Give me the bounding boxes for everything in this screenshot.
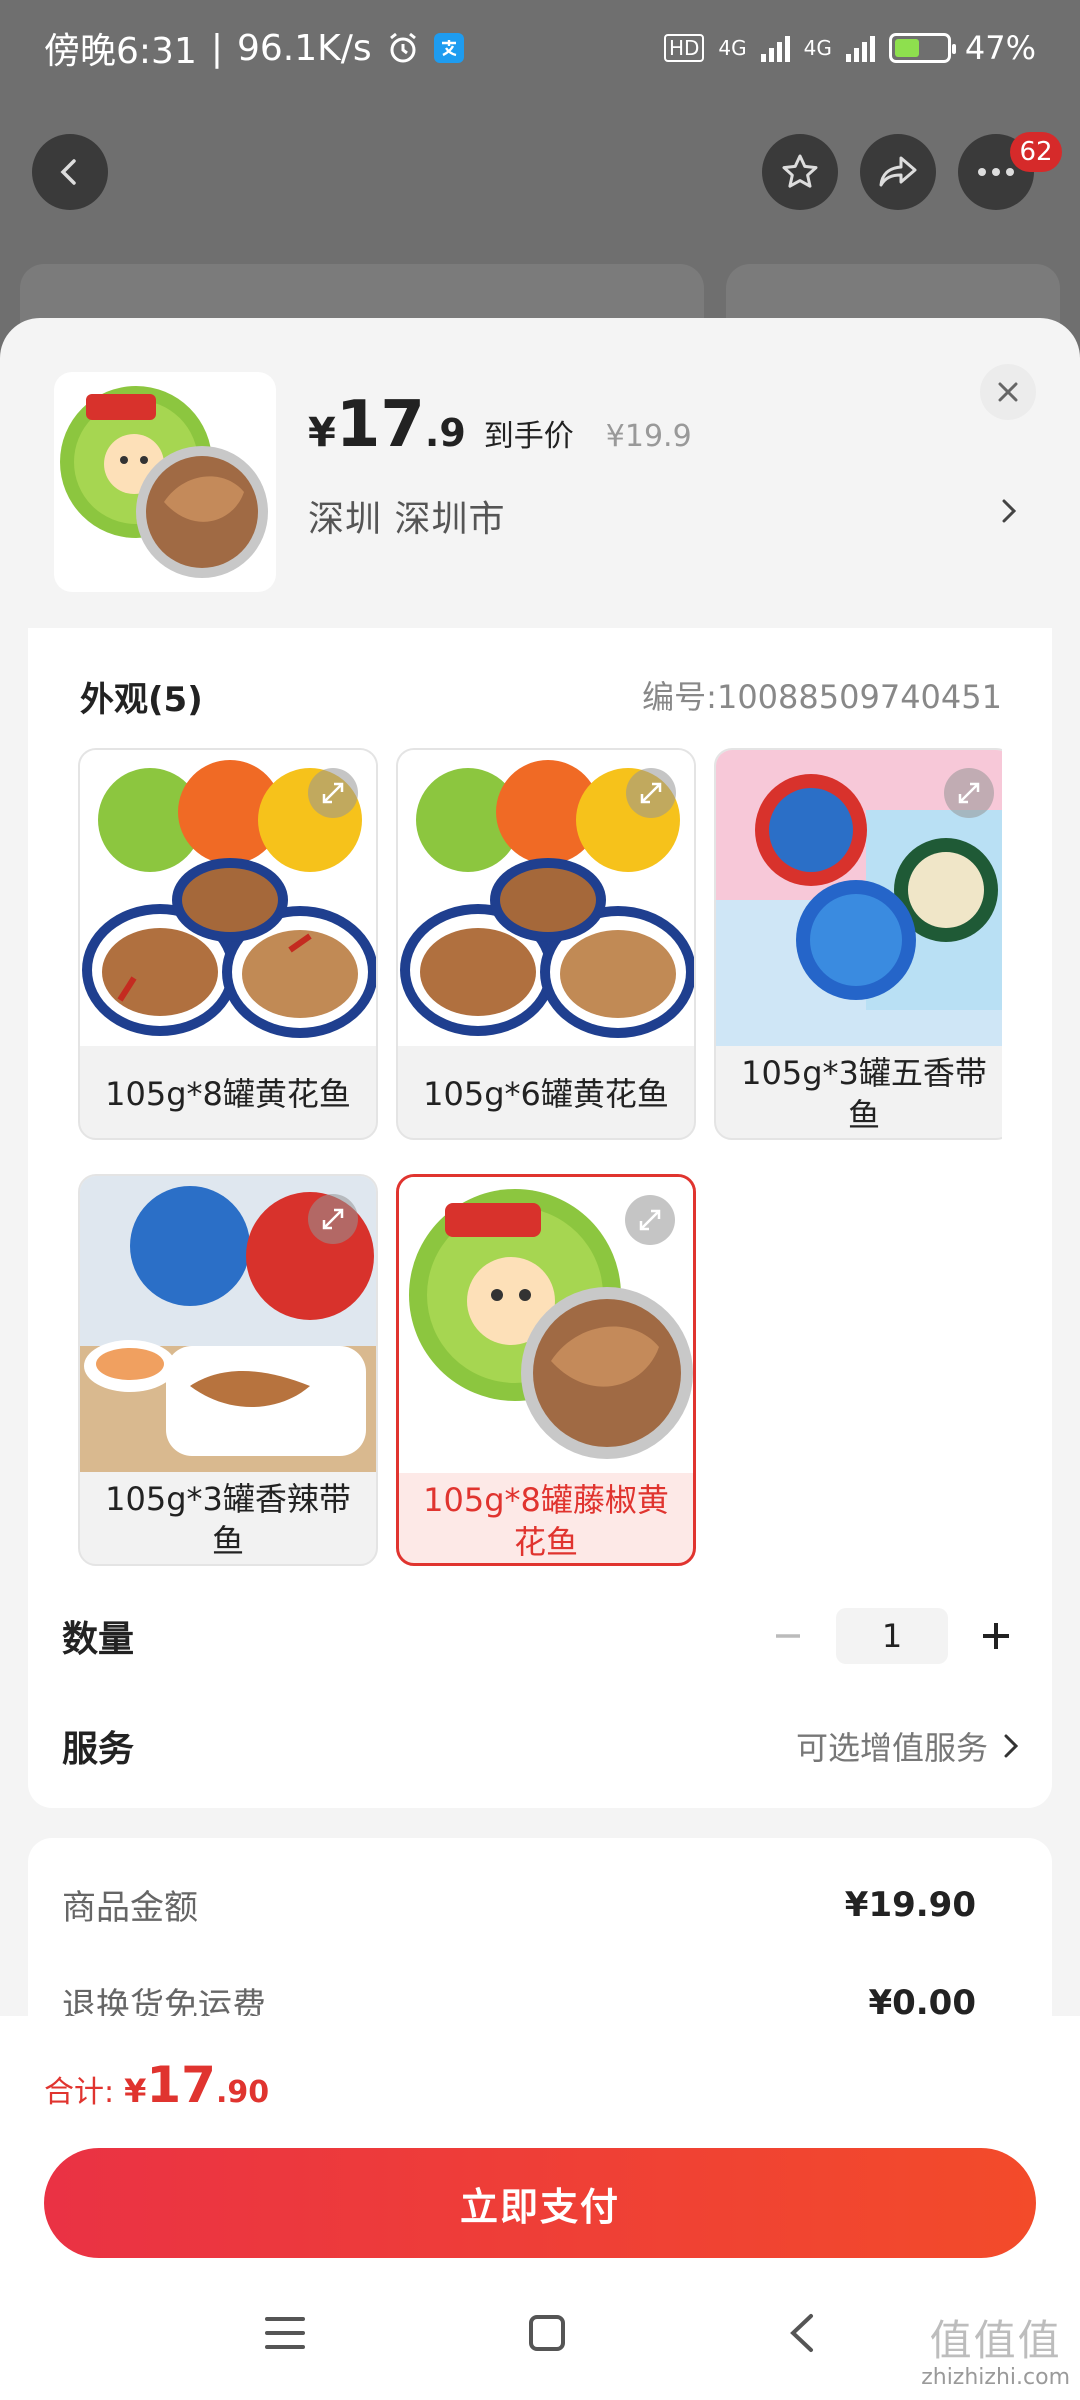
option-card-selected[interactable]: 105g*8罐藤椒黄花鱼 [396,1174,696,1566]
more-icon [978,168,1014,176]
goods-amount-label: 商品金额 [62,1888,198,1928]
minus-icon [776,1634,800,1638]
price-integer: 17 [335,388,425,462]
increase-button[interactable] [974,1614,1018,1658]
quantity-label: 数量 [62,1619,135,1660]
option-label: 105g*6罐黄花鱼 [423,1075,669,1113]
option-card[interactable]: 105g*6罐黄花鱼 [396,748,696,1140]
network-type-a: 4G [718,36,747,60]
service-row[interactable]: 服务 可选增值服务 [62,1706,1018,1786]
watermark-logo: 值值值 [929,2316,1062,2365]
network-speed: 96.1K/s [236,27,372,69]
watermark: 值值值 zhizhizhi.com [921,2318,1070,2392]
cart-badge: 62 [1010,132,1062,172]
favorite-button[interactable] [762,134,838,210]
network-type-b: 4G [803,36,832,60]
signal-icon [760,34,790,62]
alarm-icon [386,31,420,65]
option-card[interactable]: 105g*3罐五香带鱼 [714,748,1002,1140]
quantity-stepper: 1 [766,1608,1018,1664]
back-icon[interactable] [787,2312,817,2358]
battery-icon [888,33,956,63]
price-row: ¥17.9 到手价 ¥19.9 [308,388,692,462]
sku-code: 编号:10088509740451 [642,678,1002,716]
hd-icon: HD [663,34,705,62]
option-card[interactable]: 105g*3罐香辣带鱼 [78,1174,378,1566]
pay-now-button[interactable]: 立即支付 [44,2148,1036,2258]
option-grid: 105g*8罐黄花鱼 105g*6罐黄花鱼 105g*3罐五香带鱼 105g*3… [78,748,1002,1568]
decrease-button[interactable] [766,1614,810,1658]
price-currency: ¥ [308,410,336,456]
close-button[interactable] [980,364,1036,420]
total-price: 合计: ¥ 17 .90 [44,2056,269,2114]
expand-icon[interactable] [625,1195,675,1245]
status-bar: 傍晚6:31 | 96.1K/s HD 4G 4G 47% [0,0,1080,96]
option-label: 105g*3罐香辣带鱼 [105,1480,351,1560]
price-decimal: .9 [424,411,466,455]
service-label: 服务 [62,1729,135,1770]
quantity-input[interactable]: 1 [836,1608,948,1664]
status-time: 傍晚6:31 [44,31,197,72]
expand-icon[interactable] [308,768,358,818]
alipay-icon [433,33,464,63]
option-card[interactable]: 105g*8罐黄花鱼 [78,748,378,1140]
option-label: 105g*8罐藤椒黄花鱼 [423,1481,669,1561]
total-currency: ¥ [124,2072,147,2110]
battery-fill [894,39,919,57]
expand-icon[interactable] [944,768,994,818]
appearance-title: 外观(5) [80,680,203,720]
watermark-site: zhizhizhi.com [921,2365,1070,2390]
options-panel: 外观(5) 编号:10088509740451 105g*8罐黄花鱼 105g*… [28,628,1052,1808]
service-value: 可选增值服务 [795,1729,988,1767]
share-icon [879,156,917,187]
total-label: 合计: [44,2075,115,2110]
chevron-left-icon [60,159,76,185]
option-label: 105g*3罐五香带鱼 [741,1054,987,1134]
product-header: ¥17.9 到手价 ¥19.9 深圳 深圳市 [0,318,1080,628]
expand-icon[interactable] [308,1194,358,1244]
goods-amount-row: 商品金额 ¥19.90 [62,1880,976,1929]
plus-icon [983,1623,1009,1649]
delivery-location[interactable]: 深圳 深圳市 [308,490,505,542]
original-price: ¥19.9 [605,419,692,454]
signal-icon-2 [845,34,875,62]
total-integer: 17 [146,2056,216,2114]
chevron-right-icon [1004,1734,1018,1758]
share-button[interactable] [860,134,936,210]
home-icon[interactable] [527,2313,567,2357]
battery-percent: 47% [964,29,1036,67]
expand-icon[interactable] [626,768,676,818]
quantity-row: 数量 1 [62,1596,1018,1676]
close-icon [998,382,1018,402]
chevron-right-icon[interactable] [992,494,1026,528]
system-nav-bar [0,2270,1080,2400]
fish-can-image [60,386,268,578]
option-label: 105g*8罐黄花鱼 [105,1075,351,1113]
back-button[interactable] [32,134,108,210]
menu-icon[interactable] [263,2315,307,2355]
price-label: 到手价 [483,419,574,454]
status-divider: | [210,27,223,69]
product-thumbnail[interactable] [54,372,276,592]
goods-amount-value: ¥19.90 [844,1884,976,1925]
star-icon [782,154,818,188]
total-decimal: .90 [215,2075,270,2110]
